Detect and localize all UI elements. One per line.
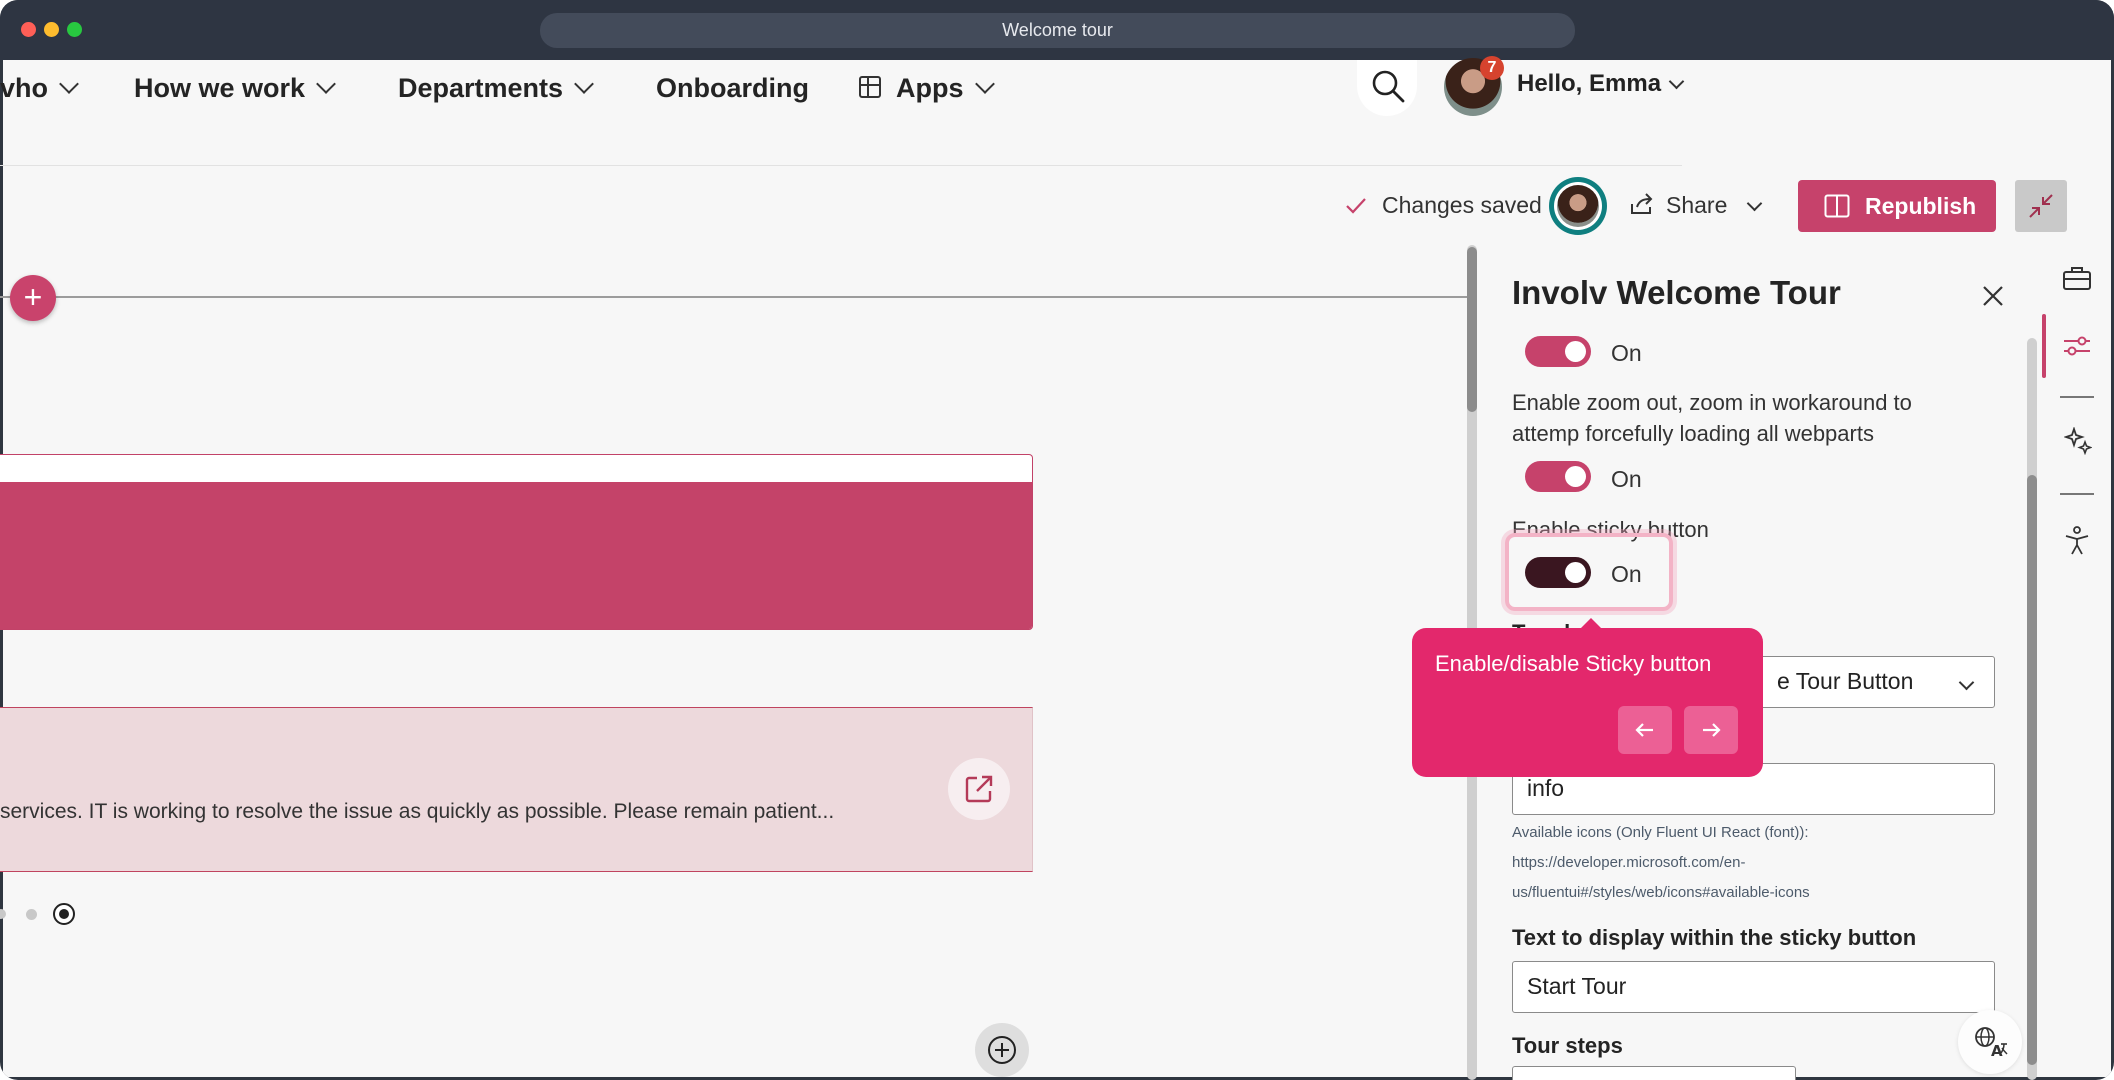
nav-item-how-we-work[interactable]: How we work [134, 68, 336, 108]
external-link-icon [965, 775, 993, 803]
tour-steps-button[interactable] [1512, 1066, 1796, 1080]
republish-button[interactable]: Republish [1798, 180, 1996, 232]
title-bar: Welcome tour [0, 0, 2114, 60]
close-icon[interactable] [1982, 285, 2004, 307]
toggle-1-label: On [1611, 340, 1642, 366]
sticky-text-label: Text to display within the sticky button [1512, 925, 1917, 950]
plus-icon: + [23, 279, 43, 315]
add-webpart-button[interactable]: + [10, 275, 56, 321]
collapse-button[interactable] [2015, 180, 2067, 232]
tour-next-button[interactable] [1684, 706, 1738, 754]
nav-item-who[interactable]: vho [0, 68, 79, 108]
toggle-1[interactable] [1525, 336, 1591, 367]
panel-title: Involv Welcome Tour [1512, 274, 1841, 311]
tooltip-text: Enable/disable Sticky button [1435, 651, 1712, 676]
icons-link-2[interactable]: us/fluentui#/styles/web/icons#available-… [1512, 878, 1810, 908]
panel-scrollbar-thumb[interactable] [2027, 475, 2037, 1065]
chevron-down-icon [1668, 73, 1685, 90]
sticky-text-input[interactable]: Start Tour [1512, 961, 1995, 1013]
greeting-text: Hello, Emma [1517, 70, 1662, 97]
rail-active-indicator [2042, 314, 2046, 378]
coauthor-avatar[interactable] [1549, 177, 1607, 235]
plus-icon [988, 1036, 1016, 1064]
carousel-dot-active[interactable] [53, 903, 75, 925]
nav-item-departments[interactable]: Departments [398, 68, 594, 108]
alert-text: services. IT is working to resolve the i… [0, 800, 835, 823]
book-icon [1824, 194, 1850, 218]
share-label: Share [1666, 192, 1728, 218]
chevron-down-icon [59, 74, 79, 94]
add-section-button[interactable] [975, 1023, 1029, 1077]
toggle-zoom[interactable] [1525, 461, 1591, 492]
chevron-down-icon [974, 74, 995, 94]
user-menu[interactable]: Hello, Emma [1517, 70, 1685, 98]
icons-link-1[interactable]: https://developer.microsoft.com/en- [1512, 848, 1745, 878]
icon-input-value: info [1527, 775, 1565, 801]
chevron-down-icon [316, 74, 336, 94]
share-button[interactable]: Share [1628, 190, 1763, 219]
accessibility-icon[interactable] [2063, 526, 2091, 556]
chevron-down-icon [1958, 674, 1975, 691]
rail-divider [2060, 396, 2094, 398]
minimize-window-button[interactable] [44, 22, 59, 37]
chevron-down-icon [1747, 195, 1763, 212]
arrow-left-icon [1635, 723, 1653, 737]
collapse-icon [2029, 194, 2053, 218]
tour-steps-label: Tour steps [1512, 1033, 1623, 1058]
dropdown-value: e Tour Button [1777, 668, 1914, 694]
toggle-sticky-label: On [1611, 561, 1642, 587]
zoom-description: Enable zoom out, zoom in workaround to a… [1512, 390, 1912, 446]
sliders-icon[interactable] [2062, 332, 2092, 360]
briefcase-icon[interactable] [2062, 265, 2092, 291]
nav-item-onboarding[interactable]: Onboarding [656, 68, 809, 108]
close-window-button[interactable] [21, 22, 36, 37]
maximize-window-button[interactable] [67, 22, 82, 37]
rail-divider [2060, 493, 2094, 495]
save-status: Changes saved [1382, 192, 1542, 218]
address-bar[interactable]: Welcome tour [540, 13, 1575, 48]
share-icon [1631, 193, 1653, 214]
banner-fill [0, 482, 1032, 629]
sticky-text-value: Start Tour [1527, 973, 1627, 999]
chevron-down-icon [574, 74, 594, 94]
carousel-dot[interactable] [26, 909, 37, 920]
republish-label: Republish [1865, 193, 1977, 219]
tour-prev-button[interactable] [1618, 706, 1672, 754]
nav-item-label: vho [0, 73, 49, 103]
alert-card[interactable] [0, 707, 1033, 872]
icons-help-text: Available icons (Only Fluent UI React (f… [1512, 824, 1809, 841]
checkmark-icon [1346, 198, 1366, 214]
arrow-right-icon [1703, 723, 1721, 737]
nav-item-label: Apps [896, 73, 964, 103]
open-link-button[interactable] [948, 758, 1010, 820]
search-icon [1372, 70, 1405, 103]
translate-icon: A [1975, 1027, 2008, 1058]
section-divider [0, 296, 1474, 298]
notification-badge: 7 [1480, 56, 1504, 80]
toggle-zoom-label: On [1611, 466, 1642, 492]
nav-item-label: Departments [398, 73, 564, 103]
canvas-scrollbar-thumb[interactable] [1467, 247, 1477, 412]
nav-divider [0, 165, 1682, 166]
nav-item-apps[interactable]: Apps [858, 68, 995, 108]
sparkle-icon[interactable] [2064, 427, 2092, 455]
translate-button[interactable]: A [1958, 1010, 2022, 1074]
nav-item-label: Onboarding [656, 73, 809, 103]
apps-grid-icon [859, 76, 881, 98]
toggle-sticky[interactable] [1525, 557, 1591, 588]
hero-banner[interactable] [0, 454, 1033, 630]
nav-item-label: How we work [134, 73, 306, 103]
